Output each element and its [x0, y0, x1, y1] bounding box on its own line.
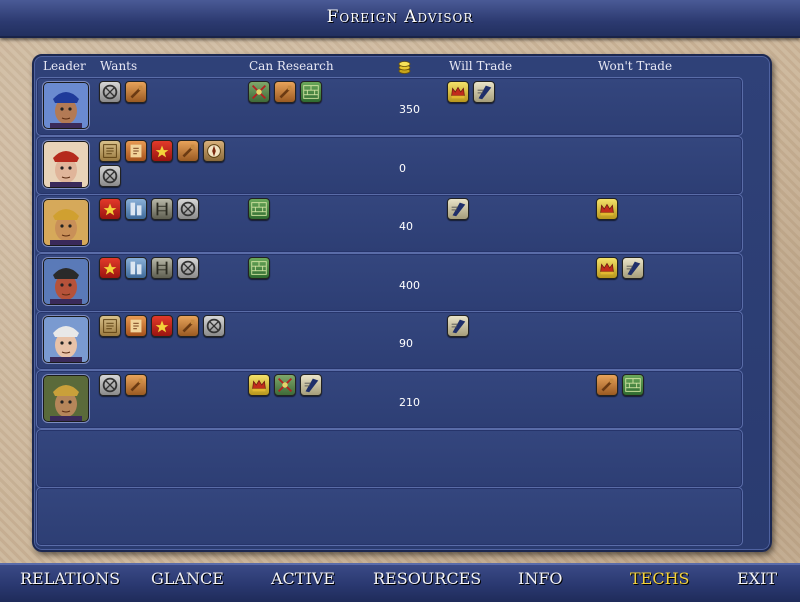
monarchy-tech-icon[interactable] — [248, 374, 270, 396]
tab-techs[interactable]: TECHS — [630, 569, 690, 588]
gold-amount: 40 — [399, 220, 413, 233]
leader-row: 400 — [36, 253, 743, 312]
wheel-tech-icon[interactable] — [177, 257, 199, 279]
iron-working-tech-icon[interactable] — [125, 198, 147, 220]
title-bar: Foreign Advisor — [0, 0, 800, 38]
leader-row — [36, 429, 743, 488]
masonry-tech-icon[interactable] — [622, 374, 644, 396]
wheel-tech-icon[interactable] — [99, 165, 121, 187]
wheel-tech-icon[interactable] — [203, 315, 225, 337]
writing-tech-icon[interactable] — [622, 257, 644, 279]
leader-row — [36, 487, 743, 546]
wheel-tech-icon[interactable] — [99, 81, 121, 103]
construction-tech-icon[interactable] — [151, 257, 173, 279]
column-header-wants: Wants — [100, 59, 138, 73]
leader-row: 210 — [36, 370, 743, 429]
leader-row: 90 — [36, 311, 743, 370]
bronze-tech-icon[interactable] — [596, 374, 618, 396]
bronze-tech-icon[interactable] — [274, 81, 296, 103]
tab-exit[interactable]: EXIT — [737, 569, 777, 588]
column-header-will-trade: Will Trade — [449, 59, 513, 73]
warrior-code-tech-icon[interactable] — [248, 81, 270, 103]
writing-tech-icon[interactable] — [473, 81, 495, 103]
masonry-tech-icon[interactable] — [248, 257, 270, 279]
tab-info[interactable]: INFO — [518, 569, 563, 588]
column-header-wont-trade: Won't Trade — [598, 59, 673, 73]
mathematics-tech-icon[interactable] — [125, 315, 147, 337]
leader-portrait-white-hair[interactable] — [43, 316, 89, 363]
screen-title: Foreign Advisor — [326, 7, 474, 27]
gold-coin-icon — [398, 59, 411, 74]
leader-portrait-bearded-king[interactable] — [43, 375, 89, 422]
code-of-laws-tech-icon[interactable] — [99, 257, 121, 279]
writing-tech-icon[interactable] — [447, 315, 469, 337]
leader-portrait-blue-crown[interactable] — [43, 82, 89, 129]
monarchy-tech-icon[interactable] — [596, 257, 618, 279]
code-of-laws-tech-icon[interactable] — [151, 315, 173, 337]
tab-resources[interactable]: RESOURCES — [373, 569, 481, 588]
bronze-tech-icon[interactable] — [125, 374, 147, 396]
code-of-laws-tech-icon[interactable] — [99, 198, 121, 220]
column-header-can-research: Can Research — [249, 59, 334, 73]
philosophy-tech-icon[interactable] — [99, 140, 121, 162]
monarchy-tech-icon[interactable] — [447, 81, 469, 103]
masonry-tech-icon[interactable] — [248, 198, 270, 220]
monarchy-tech-icon[interactable] — [596, 198, 618, 220]
compass-tech-icon[interactable] — [203, 140, 225, 162]
tab-glance[interactable]: GLANCE — [151, 569, 224, 588]
gold-amount: 350 — [399, 103, 420, 116]
tab-active[interactable]: ACTIVE — [271, 569, 335, 588]
gold-amount: 400 — [399, 279, 420, 292]
leader-portrait-red-queen[interactable] — [43, 141, 89, 188]
bronze-tech-icon[interactable] — [177, 140, 199, 162]
masonry-tech-icon[interactable] — [300, 81, 322, 103]
mathematics-tech-icon[interactable] — [125, 140, 147, 162]
leader-portrait-gold-headdress[interactable] — [43, 199, 89, 246]
column-header-leader: Leader — [43, 59, 86, 73]
leader-portrait-warpaint[interactable] — [43, 258, 89, 305]
leader-row: 350 — [36, 77, 743, 136]
warrior-code-tech-icon[interactable] — [274, 374, 296, 396]
tab-relations[interactable]: RELATIONS — [20, 569, 120, 588]
gold-amount: 0 — [399, 162, 406, 175]
gold-amount: 210 — [399, 396, 420, 409]
gold-amount: 90 — [399, 337, 413, 350]
wheel-tech-icon[interactable] — [177, 198, 199, 220]
writing-tech-icon[interactable] — [447, 198, 469, 220]
code-of-laws-tech-icon[interactable] — [151, 140, 173, 162]
philosophy-tech-icon[interactable] — [99, 315, 121, 337]
leader-row: 40 — [36, 194, 743, 253]
leader-row: 0 — [36, 136, 743, 195]
iron-working-tech-icon[interactable] — [125, 257, 147, 279]
writing-tech-icon[interactable] — [300, 374, 322, 396]
construction-tech-icon[interactable] — [151, 198, 173, 220]
bronze-tech-icon[interactable] — [125, 81, 147, 103]
wheel-tech-icon[interactable] — [99, 374, 121, 396]
bronze-tech-icon[interactable] — [177, 315, 199, 337]
